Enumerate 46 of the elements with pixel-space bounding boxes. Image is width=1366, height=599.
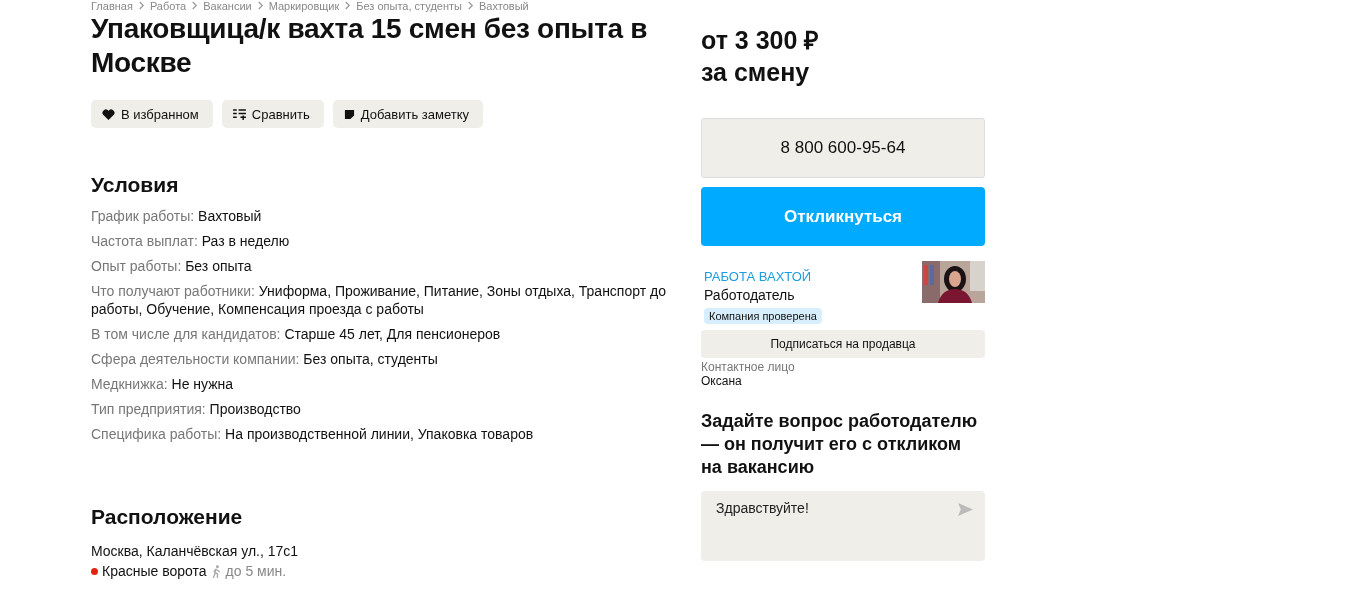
question-heading: Задайте вопрос работодателю — он получит его с откликом на вакансию — [701, 410, 979, 479]
contact-name: Оксана — [701, 374, 743, 388]
apply-button[interactable]: Откликнуться — [701, 187, 985, 246]
chevron-icon — [466, 1, 474, 10]
salary-period: за смену — [701, 57, 811, 88]
section-heading: Расположение — [91, 505, 244, 529]
list-icon — [232, 108, 246, 120]
breadcrumb-link[interactable]: Работа — [149, 0, 187, 12]
condition-text: Опыт работы: Без опыта — [91, 257, 253, 275]
address-text: Москва, Каланчёвская ул., 17с1 — [91, 543, 300, 559]
action-button[interactable]: Сравнить — [221, 100, 324, 128]
phone-button[interactable]: 8 800 600-95-64 — [701, 118, 985, 178]
metro-station: Красные ворота — [102, 563, 207, 579]
breadcrumb-link[interactable]: Вахтовый — [478, 0, 529, 12]
note-icon — [343, 108, 355, 120]
subscribe-button[interactable]: Подписаться на продавца — [701, 330, 985, 358]
vacancy-title: Упаковщица/к вахта 15 смен без опыта в Москве — [91, 12, 649, 80]
condition-text: График работы: Вахтовый — [91, 207, 263, 225]
walk-time: до 5 мин. — [225, 563, 287, 579]
send-icon[interactable] — [958, 503, 973, 516]
walking-icon — [210, 564, 222, 578]
message-field[interactable]: Здравствуйте! — [701, 491, 985, 561]
breadcrumb-link[interactable]: Главная — [91, 0, 133, 12]
condition-text: Тип предприятия: Производство — [91, 400, 302, 418]
condition-text: Медкнижка: Не нужна — [91, 375, 235, 393]
contact-label: Контактное лицо — [701, 360, 796, 374]
condition-text: Специфика работы: На производственной линии, Упаковка товаров — [91, 425, 535, 443]
chevron-icon — [137, 1, 145, 10]
section-heading: Условия — [91, 173, 180, 197]
heart-icon — [102, 108, 115, 120]
action-button[interactable]: Добавить заметку — [332, 100, 483, 128]
chevron-icon — [344, 1, 352, 10]
condition-text: Сфера деятельности компании: Без опыта, студенты — [91, 350, 439, 368]
condition-text: Частота выплат: Раз в неделю — [91, 232, 291, 250]
chevron-icon — [191, 1, 199, 10]
breadcrumb-link[interactable]: Маркировщик — [268, 0, 340, 12]
company-link[interactable]: РАБОТА ВАХТОЙ — [704, 269, 812, 284]
chevron-icon — [256, 1, 264, 10]
role-text: Работодатель — [704, 287, 795, 303]
action-button[interactable]: В избранном — [91, 100, 213, 128]
verified-badge: Компания проверена — [704, 308, 822, 324]
breadcrumb-link[interactable]: Вакансии — [203, 0, 252, 12]
salary-amount: от 3 300 ₽ — [701, 25, 821, 56]
breadcrumb-link[interactable]: Без опыта, студенты — [356, 0, 462, 12]
condition-text: Что получают работники: Униформа, Проживание, Питание, Зоны отдыха, Транспорт до работы, Обучение, Компенсация проезда с работы — [91, 282, 667, 318]
condition-text: В том числе для кандидатов: Старше 45 лет, Для пенсионеров — [91, 325, 502, 343]
